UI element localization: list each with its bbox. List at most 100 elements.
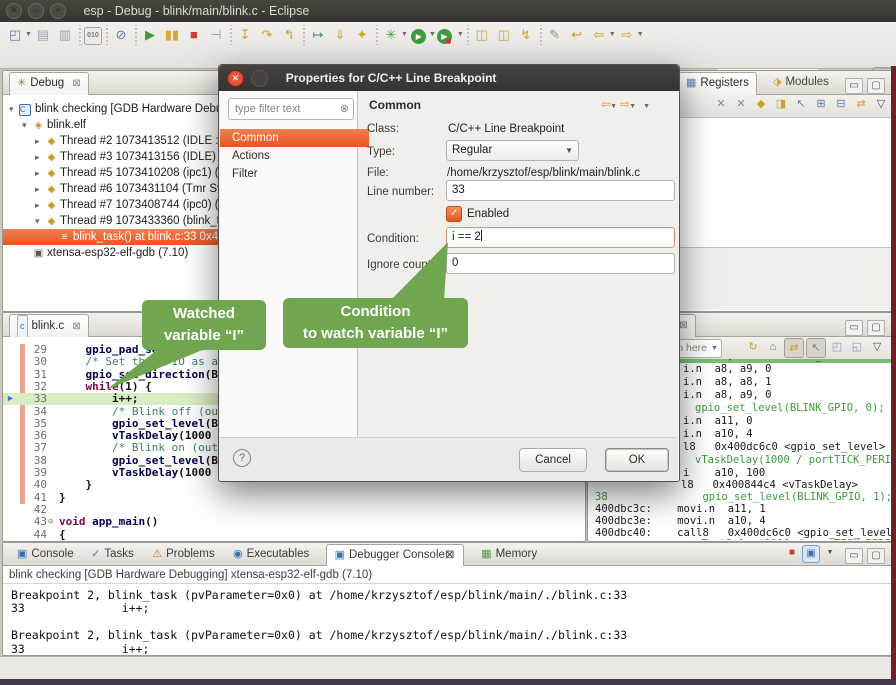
minimize-button[interactable]: ▭: [845, 548, 863, 564]
dialog-nav-common[interactable]: Common: [220, 129, 369, 147]
view-menu-icon[interactable]: ▼: [643, 97, 650, 117]
disassembly-minmax[interactable]: ▭▢: [841, 317, 885, 336]
tree-expander[interactable]: ▾: [35, 213, 45, 229]
chevron-down-icon[interactable]: ▼: [25, 25, 32, 45]
tab-problems[interactable]: ⚠Problems: [144, 544, 222, 565]
condition-input[interactable]: i == 2: [446, 227, 675, 248]
disconnect-icon[interactable]: ⊣: [206, 25, 226, 45]
clear-filter-icon[interactable]: ⊗: [340, 99, 349, 119]
minimize-button[interactable]: –: [28, 3, 44, 19]
last-edit-location-icon[interactable]: ↩: [567, 25, 587, 45]
maximize-button[interactable]: ▢: [867, 320, 885, 336]
line-number-input[interactable]: 33: [446, 180, 675, 201]
chevron-down-icon[interactable]: ▼: [609, 25, 616, 45]
tab-console[interactable]: ▣Console: [9, 544, 82, 565]
tab-debug[interactable]: ✳Debug ⊠: [9, 72, 89, 95]
minimize-button[interactable]: ▭: [845, 320, 863, 336]
close-icon[interactable]: ⊠: [679, 320, 687, 331]
external-tools-icon[interactable]: ▶: [437, 25, 457, 45]
view-menu-icon[interactable]: ▽: [872, 95, 890, 113]
tree-expander[interactable]: ▸: [35, 149, 45, 165]
chevron-down-icon[interactable]: ▼: [457, 25, 464, 45]
terminate-console-icon[interactable]: ■: [784, 545, 800, 561]
close-icon[interactable]: ⊠: [72, 321, 80, 332]
expand-all-icon[interactable]: ⊞: [812, 95, 830, 113]
dialog-close-button[interactable]: ✕: [227, 70, 244, 87]
tab-memory[interactable]: ▦Memory: [473, 544, 545, 565]
filter-input[interactable]: type filter text ⊗: [228, 98, 354, 120]
line-number[interactable]: 44: [27, 529, 47, 541]
tab-blink-c[interactable]: cblink.c ⊠: [9, 314, 89, 337]
refresh-icon[interactable]: ↻: [744, 338, 762, 356]
line-number[interactable]: 40: [27, 479, 47, 491]
step-into-icon[interactable]: ↧: [235, 25, 255, 45]
ok-button[interactable]: OK: [605, 448, 669, 472]
tab-debugger-console[interactable]: ▣Debugger Console⊠: [326, 544, 464, 566]
sync-with-stack-icon[interactable]: ⇄: [784, 338, 804, 358]
link-view-icon[interactable]: ⇄: [852, 95, 870, 113]
close-icon[interactable]: ⊠: [445, 549, 455, 561]
display-selected-console-icon[interactable]: ▣: [802, 545, 820, 563]
tree-expander[interactable]: ▸: [35, 165, 45, 181]
step-return-icon[interactable]: ↰: [279, 25, 299, 45]
tab-registers[interactable]: ▦Registers: [678, 72, 757, 95]
save-all-icon[interactable]: ▥: [55, 25, 75, 45]
maximize-button[interactable]: ▢: [867, 78, 885, 94]
fold-marker-icon[interactable]: ⊖: [48, 516, 53, 528]
drop-to-frame-icon[interactable]: ⇓: [330, 25, 350, 45]
terminate-icon[interactable]: ■: [184, 25, 204, 45]
home-icon[interactable]: ⌂: [764, 338, 782, 356]
collapse-all-icon[interactable]: ⊟: [832, 95, 850, 113]
console-output[interactable]: Breakpoint 2, blink_task (pvParameter=0x…: [3, 583, 891, 654]
run-icon[interactable]: ▶: [409, 25, 429, 45]
add-register-group-icon[interactable]: ◆: [752, 95, 770, 113]
tab-executables[interactable]: ◉Executables: [225, 544, 317, 565]
dialog-nav-filter[interactable]: Filter: [220, 165, 369, 183]
line-number[interactable]: 43: [27, 516, 47, 528]
flash-icon[interactable]: ↯: [516, 25, 536, 45]
use-step-filters-icon[interactable]: ✦: [352, 25, 372, 45]
remove-all-registers-icon[interactable]: ✕: [732, 95, 750, 113]
registers-minmax[interactable]: ▭▢: [841, 75, 885, 94]
pointer-mode-icon[interactable]: ↖: [792, 95, 810, 113]
tree-expander[interactable]: ▸: [35, 197, 45, 213]
tab-modules[interactable]: ⬗Modules: [766, 72, 836, 94]
maximize-button[interactable]: ▢: [867, 548, 885, 564]
forward-icon[interactable]: ⇨: [617, 25, 637, 45]
new-view-icon[interactable]: ◰: [828, 338, 846, 356]
track-expression-icon[interactable]: ↖: [806, 338, 826, 358]
open-folder-icon[interactable]: ◫: [494, 25, 514, 45]
debug-icon[interactable]: ✳: [381, 25, 401, 45]
enabled-checkbox[interactable]: ✓: [446, 206, 462, 222]
annotate-icon[interactable]: ✎: [545, 25, 565, 45]
tree-expander[interactable]: ▾: [22, 117, 32, 133]
line-number[interactable]: 34: [27, 406, 47, 418]
instruction-stepping-icon[interactable]: ↦: [308, 25, 328, 45]
back-icon[interactable]: ⇦: [589, 25, 609, 45]
binary-file-icon[interactable]: 010: [84, 27, 102, 45]
remove-register-icon[interactable]: ✕: [712, 95, 730, 113]
chevron-down-icon[interactable]: ▼: [637, 25, 644, 45]
chevron-down-icon[interactable]: ▼: [429, 25, 436, 45]
line-number[interactable]: 30: [27, 356, 47, 368]
console-dropdown-icon[interactable]: ▼: [822, 545, 838, 561]
close-button[interactable]: ✕: [6, 3, 22, 19]
open-flash-folder-icon[interactable]: ◫: [472, 25, 492, 45]
window-controls[interactable]: ✕–+: [0, 4, 66, 18]
chevron-down-icon[interactable]: ▼: [401, 25, 408, 45]
chevron-down-icon[interactable]: ▼: [711, 340, 718, 357]
maximize-button[interactable]: +: [50, 3, 66, 19]
tree-expander[interactable]: ▸: [35, 133, 45, 149]
save-icon[interactable]: ▤: [33, 25, 53, 45]
new-wizard-icon[interactable]: ◰: [5, 25, 25, 45]
line-number[interactable]: 37: [27, 442, 47, 454]
help-icon[interactable]: ?: [233, 449, 251, 467]
dialog-nav-actions[interactable]: Actions: [220, 147, 369, 165]
dialog-restore-button[interactable]: [251, 70, 268, 87]
tree-expander[interactable]: ▸: [35, 181, 45, 197]
ignore-count-input[interactable]: 0: [446, 253, 675, 274]
chevron-down-icon[interactable]: ▼: [610, 97, 617, 117]
skip-all-breakpoints-icon[interactable]: ⊘: [111, 25, 131, 45]
line-number[interactable]: 33: [27, 393, 47, 405]
resume-icon[interactable]: ▶: [140, 25, 160, 45]
